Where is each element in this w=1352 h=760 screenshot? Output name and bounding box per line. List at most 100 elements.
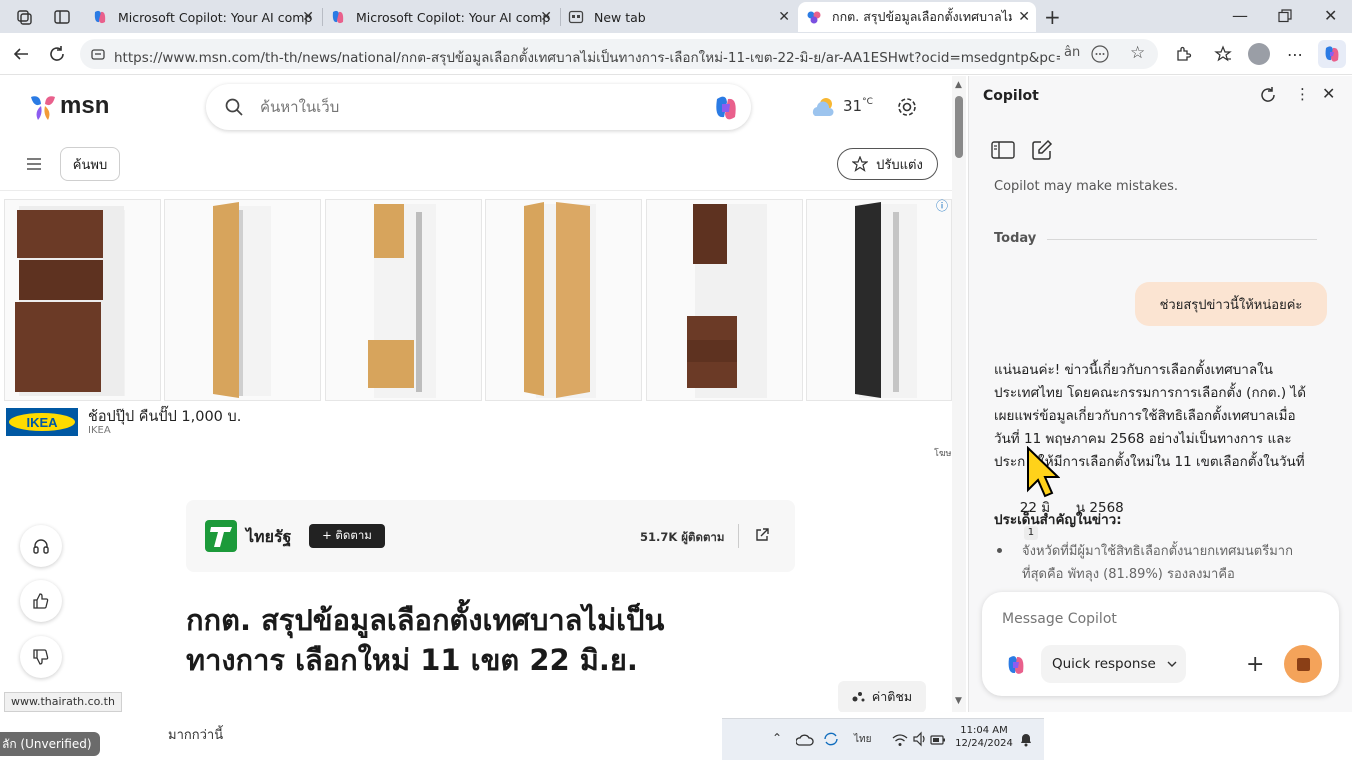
address-bar[interactable]: https://www.msn.com/th-th/news/national/… <box>80 39 1158 69</box>
customize-label: ปรับแต่ง <box>876 157 923 173</box>
customize-button[interactable]: ปรับแต่ง <box>837 148 938 180</box>
publisher-card: ไทยรัฐ + ติดตาม 51.7K ผู้ติดตาม <box>186 500 795 572</box>
message-input[interactable] <box>1002 607 1322 631</box>
ad-product-image[interactable] <box>646 199 803 401</box>
refresh-icon[interactable] <box>46 43 68 65</box>
read-aloud-icon[interactable]: ân <box>1064 45 1080 60</box>
hamburger-menu-icon[interactable] <box>26 156 42 170</box>
ad-product-image[interactable] <box>164 199 321 401</box>
more-text: มากกว่านี้ <box>168 728 224 743</box>
scroll-up-icon[interactable]: ▲ <box>955 80 962 90</box>
comments-button[interactable]: ค่าติชม <box>838 681 926 712</box>
response-mode-dropdown[interactable]: Quick response <box>1041 645 1186 683</box>
close-window-icon[interactable]: ✕ <box>1324 6 1337 25</box>
publisher-name[interactable]: ไทยรัฐ <box>246 525 291 550</box>
extensions-icon[interactable] <box>1172 43 1194 65</box>
ad-product-image[interactable] <box>806 199 952 401</box>
search-icon <box>224 97 244 117</box>
clock-date: 12/24/2024 <box>955 738 1013 749</box>
minimize-icon[interactable]: — <box>1232 6 1248 25</box>
show-hidden-icons-chevron-icon[interactable]: ⌃ <box>772 731 782 745</box>
workspaces-icon[interactable] <box>14 7 34 27</box>
divider <box>738 524 739 548</box>
ad-product-image[interactable] <box>485 199 642 401</box>
scroll-thumb[interactable] <box>955 96 963 158</box>
key-points-heading: ประเด็นสำคัญในข่าว: <box>994 512 1122 528</box>
msn-logo[interactable]: msn <box>28 90 118 124</box>
date-divider-label: Today <box>994 231 1037 246</box>
copilot-favicon-icon <box>94 10 106 24</box>
follow-button[interactable]: + ติดตาม <box>309 524 385 548</box>
vertical-tabs-icon[interactable] <box>52 7 72 27</box>
taskbar-tray: ⌃ ไทย 11:04 AM 12/24/2024 <box>722 718 1044 760</box>
favorite-star-icon[interactable]: ☆ <box>1130 43 1145 63</box>
page-scrollbar[interactable]: ▲ ▼ <box>952 76 966 712</box>
ad-product-image[interactable] <box>4 199 161 401</box>
msn-butterfly-icon <box>31 96 55 120</box>
sync-icon[interactable] <box>822 731 840 747</box>
profile-avatar[interactable] <box>1248 43 1270 65</box>
new-tab-page-icon <box>568 10 584 24</box>
search-input[interactable] <box>260 95 660 119</box>
input-language-indicator[interactable]: ไทย <box>854 732 871 747</box>
copilot-logo-icon <box>1004 653 1028 677</box>
mouse-cursor-icon <box>1027 446 1060 498</box>
close-tab-icon[interactable]: ✕ <box>1018 9 1030 25</box>
site-info-icon[interactable] <box>90 46 106 62</box>
new-tab-plus-icon[interactable]: + <box>1044 5 1061 29</box>
discover-button[interactable]: ค้นพบ <box>60 147 120 181</box>
settings-more-icon[interactable]: ⋯ <box>1284 43 1306 65</box>
volume-icon[interactable] <box>912 731 928 747</box>
tab-new-tab[interactable]: New tab ✕ <box>560 2 796 32</box>
settings-gear-icon[interactable] <box>896 96 918 118</box>
new-chat-icon[interactable] <box>1031 139 1053 161</box>
ad-product-image[interactable] <box>325 199 482 401</box>
add-attachment-icon[interactable]: + <box>1246 652 1264 677</box>
more-page-actions-icon[interactable] <box>1090 44 1110 64</box>
web-search-box[interactable] <box>206 84 751 130</box>
refresh-chat-icon[interactable] <box>1259 86 1277 104</box>
reply-line: ประเทศไทย โดยคณะกรรมการการเลือกตั้ง (กกต… <box>994 385 1306 401</box>
wifi-icon[interactable] <box>892 732 908 746</box>
notification-bell-icon[interactable] <box>1018 731 1034 747</box>
onedrive-cloud-icon[interactable] <box>795 732 814 746</box>
divider <box>0 190 952 191</box>
scroll-down-icon[interactable]: ▼ <box>955 696 962 706</box>
copilot-search-icon[interactable] <box>711 93 741 123</box>
chevron-down-icon <box>1167 661 1177 667</box>
unverified-badge[interactable]: ลัก (Unverified) <box>0 732 100 756</box>
restore-icon[interactable] <box>1278 8 1292 23</box>
tab-copilot-1[interactable]: Microsoft Copilot: Your AI compa ✕ <box>84 2 320 32</box>
close-tab-icon[interactable]: ✕ <box>540 9 552 25</box>
close-tab-icon[interactable]: ✕ <box>302 9 314 25</box>
comments-label: ค่าติชม <box>871 689 913 704</box>
ad-info-icon[interactable]: ⓘ <box>936 197 948 214</box>
tab-copilot-2[interactable]: Microsoft Copilot: Your AI compa ✕ <box>322 2 558 32</box>
copilot-title: Copilot <box>983 88 1039 104</box>
close-tab-icon[interactable]: ✕ <box>778 9 790 25</box>
stop-generating-button[interactable] <box>1284 645 1322 683</box>
copilot-toggle-icon[interactable] <box>1318 40 1346 68</box>
weather-temperature[interactable]: 31°C <box>843 97 873 115</box>
sidebar-toggle-icon[interactable] <box>991 140 1015 160</box>
weather-cloud-icon[interactable] <box>810 96 838 118</box>
system-clock[interactable]: 11:04 AM 12/24/2024 <box>954 724 1014 750</box>
bullet-line: จังหวัดที่มีผู้มาใช้สิทธิเลือกตั้งนายกเท… <box>1022 544 1293 559</box>
battery-icon[interactable] <box>930 732 946 746</box>
open-external-icon[interactable] <box>754 527 770 543</box>
listen-button[interactable] <box>20 525 62 567</box>
thumbs-down-icon <box>33 649 49 665</box>
url-text: https://www.msn.com/th-th/news/national/… <box>114 50 1060 66</box>
favorites-icon[interactable] <box>1212 43 1234 65</box>
like-button[interactable] <box>20 580 62 622</box>
discover-label: ค้นพบ <box>72 157 108 173</box>
more-options-icon[interactable]: ⋮ <box>1295 85 1310 103</box>
dislike-button[interactable] <box>20 636 62 678</box>
msn-favicon-icon <box>807 11 821 24</box>
close-copilot-icon[interactable]: ✕ <box>1322 84 1335 103</box>
back-arrow-icon[interactable] <box>10 43 32 65</box>
status-url-tooltip: www.thairath.co.th <box>4 692 122 712</box>
ikea-logo: IKEA <box>6 408 78 436</box>
ad-headline[interactable]: ช้อปปุ๊ป คืนปั๊ป 1,000 บ. <box>88 405 241 428</box>
tab-msn-article[interactable]: กกต. สรุปข้อมูลเลือกตั้งเทศบาลไม่เป็นท ✕ <box>798 2 1036 32</box>
